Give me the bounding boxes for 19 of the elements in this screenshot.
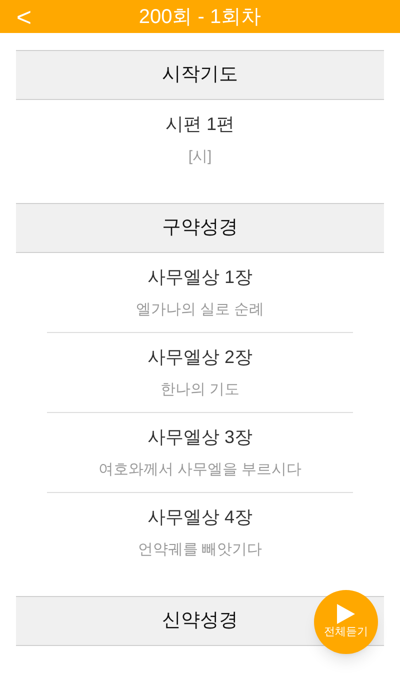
section-header: 구약성경 [16, 203, 384, 253]
screen-title: 200회 - 1회차 [138, 4, 262, 30]
item-title: 시편 1편 [165, 113, 234, 136]
list-item[interactable]: 사무엘상 1장 엘가나의 실로 순례 [47, 253, 353, 333]
list-item[interactable]: 사무엘상 3장 여호와께서 사무엘을 부르시다 [47, 413, 353, 493]
item-title: 사무엘상 3장 [147, 426, 252, 449]
item-subtitle: 한나의 기도 [160, 380, 240, 400]
list-item[interactable]: 시편 1편 [시] [47, 100, 353, 180]
item-subtitle: [시] [188, 147, 212, 168]
item-subtitle: 엘가나의 실로 순례 [136, 300, 264, 320]
list-item[interactable]: 사무엘상 4장 언약궤를 빼앗기다 [47, 493, 353, 573]
item-title: 사무엘상 4장 [147, 506, 252, 530]
item-subtitle: 언약궤를 빼앗기다 [138, 540, 262, 560]
section-header: 시작기도 [16, 50, 384, 100]
item-title: 사무엘상 1장 [147, 266, 252, 289]
list-item[interactable]: 사무엘상 2장 한나의 기도 [47, 333, 353, 413]
item-title: 사무엘상 2장 [147, 346, 252, 369]
play-icon [337, 604, 355, 624]
item-subtitle: 여호와께서 사무엘을 부르시다 [98, 460, 302, 480]
